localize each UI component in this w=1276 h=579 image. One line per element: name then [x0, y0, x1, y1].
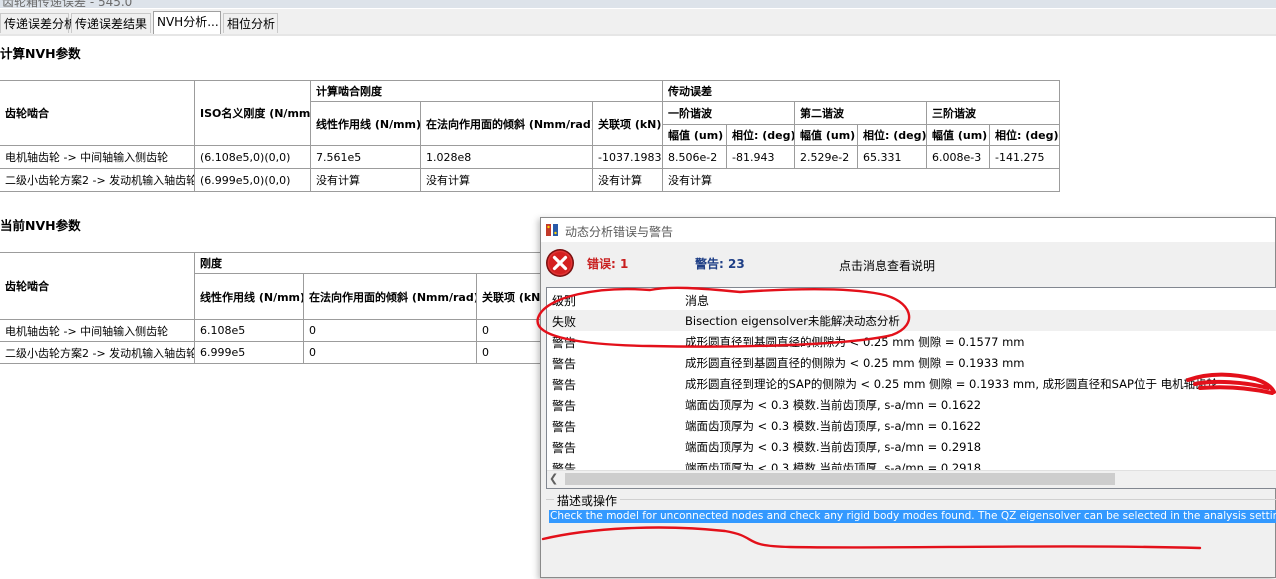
table-cell-coupling: 0	[476, 319, 544, 342]
col-header-amp-2: 幅值 (um)	[794, 124, 858, 146]
col-header-iso-stiffness: ISO名义刚度 (N/mm)	[194, 80, 311, 146]
table-cell-mesh: 二级小齿轮方案2 -> 发动机输入轴齿轮	[0, 341, 195, 364]
scrollbar-thumb[interactable]	[565, 473, 1115, 485]
col-header-level[interactable]: 级别	[552, 292, 576, 309]
description-label: 描述或操作	[554, 492, 621, 509]
table-cell-phase-3: -141.275	[989, 145, 1060, 169]
tab-te-results[interactable]: 传递误差结果	[71, 13, 151, 33]
current-nvh-section-title: 当前NVH参数	[0, 218, 81, 233]
col-header-coupling: 关联项 (kN)	[476, 273, 544, 320]
table-cell-iso: (6.999e5,0)(0,0)	[194, 168, 311, 192]
message-text: 成形圆直径到基圆直径的侧隙为 < 0.25 mm 侧隙 = 0.1577 mm	[685, 335, 1025, 349]
error-icon	[546, 249, 574, 277]
table-cell-coupling: 0	[476, 341, 544, 364]
list-item[interactable]: 警告 端面齿顶厚为 < 0.3 模数.当前齿顶厚, s-a/mn = 0.162…	[547, 394, 1276, 415]
tab-bar: 传递误差分析 传递误差结果 NVH分析... 相位分析	[0, 9, 1276, 36]
message-text: 成形圆直径到基圆直径的侧隙为 < 0.25 mm 侧隙 = 0.1933 mm	[685, 356, 1025, 370]
table-cell-tilt: 1.028e8	[420, 145, 593, 169]
col-header-amp-3: 幅值 (um)	[926, 124, 990, 146]
tab-content-border	[0, 34, 1276, 36]
description-group: 描述或操作 Check the model for unconnected no…	[546, 492, 1276, 579]
message-text: 成形圆直径到理论的SAP的侧隙为 < 0.25 mm 侧隙 = 0.1933 m…	[685, 377, 1219, 391]
table-cell-linear: 7.561e5	[310, 145, 421, 169]
col-header-stiffness: 刚度	[194, 252, 544, 274]
message-level: 失败	[552, 315, 577, 329]
table-cell-mesh: 二级小齿轮方案2 -> 发动机输入轴齿轮	[0, 168, 195, 192]
dialog-title-bar[interactable]: 动态分析错误与警告	[541, 218, 1275, 242]
list-item[interactable]: 警告 成形圆直径到基圆直径的侧隙为 < 0.25 mm 侧隙 = 0.1577 …	[547, 331, 1276, 352]
table-cell-tilt: 0	[303, 341, 477, 364]
col-header-phase-1: 相位: (deg)	[726, 124, 795, 146]
tab-phase-analysis[interactable]: 相位分析	[223, 13, 278, 33]
col-header-gear-mesh: 齿轮啮合	[0, 252, 195, 320]
table-cell-mesh: 电机轴齿轮 -> 中间轴输入侧齿轮	[0, 145, 195, 169]
message-level: 警告	[552, 441, 577, 455]
col-header-tilt: 在法向作用面的倾斜 (Nmm/rad)	[420, 101, 593, 146]
message-level: 警告	[552, 399, 577, 413]
col-header-message[interactable]: 消息	[685, 292, 709, 309]
dynamic-analysis-errors-dialog[interactable]: 动态分析错误与警告 错误: 1 警告: 23 点击消息查看说明 级别 消息 失败…	[540, 217, 1276, 578]
col-header-harmonic-2: 第二谐波	[794, 101, 927, 125]
table-cell-coupling: -1037.1983	[592, 145, 663, 169]
message-text: 端面齿顶厚为 < 0.3 模数.当前齿顶厚, s-a/mn = 0.2918	[685, 440, 982, 454]
col-header-linear-action: 线性作用线 (N/mm)	[194, 273, 304, 320]
error-count[interactable]: 错误: 1	[587, 255, 628, 272]
message-level: 警告	[552, 336, 577, 350]
col-header-calc-mesh-stiffness: 计算啮合刚度	[310, 80, 663, 102]
message-text: Bisection eigensolver未能解决动态分析	[685, 314, 900, 328]
table-cell-coupling: 没有计算	[592, 168, 663, 192]
list-item[interactable]: 警告 端面齿顶厚为 < 0.3 模数.当前齿顶厚, s-a/mn = 0.162…	[547, 415, 1276, 436]
window-title-bar: 齿轮箱传递误差 - 545.0	[0, 0, 1276, 8]
message-list-header: 级别 消息	[547, 288, 1276, 310]
col-header-coupling: 关联项 (kN)	[592, 101, 663, 146]
table-cell-amp-2: 2.529e-2	[794, 145, 858, 169]
message-list[interactable]: 级别 消息 失败 Bisection eigensolver未能解决动态分析 警…	[546, 287, 1276, 489]
description-text[interactable]: Check the model for unconnected nodes an…	[549, 510, 1276, 523]
table-cell-phase-2: 65.331	[857, 145, 927, 169]
table-cell-mesh: 电机轴齿轮 -> 中间轴输入侧齿轮	[0, 319, 195, 342]
table-cell-tilt: 0	[303, 319, 477, 342]
tab-nvh-analysis[interactable]: NVH分析...	[153, 11, 221, 35]
table-cell-amp-1: 8.506e-2	[662, 145, 727, 169]
warning-count[interactable]: 警告: 23	[695, 255, 745, 272]
col-header-harmonic-3: 三阶谐波	[926, 101, 1060, 125]
list-item[interactable]: 警告 成形圆直径到理论的SAP的侧隙为 < 0.25 mm 侧隙 = 0.193…	[547, 373, 1276, 394]
col-header-phase-2: 相位: (deg)	[857, 124, 927, 146]
dialog-title: 动态分析错误与警告	[565, 225, 674, 239]
message-level: 警告	[552, 357, 577, 371]
col-header-amp-1: 幅值 (um)	[662, 124, 727, 146]
table-cell-linear: 6.999e5	[194, 341, 304, 364]
message-level: 警告	[552, 378, 577, 392]
app-icon	[546, 224, 558, 236]
message-level: 警告	[552, 420, 577, 434]
table-cell-iso: (6.108e5,0)(0,0)	[194, 145, 311, 169]
col-header-tilt: 在法向作用面的倾斜 (Nmm/rad)	[303, 273, 477, 320]
window-title: 齿轮箱传递误差 - 545.0	[2, 0, 133, 8]
col-header-gear-mesh: 齿轮啮合	[0, 80, 195, 146]
list-item[interactable]: 失败 Bisection eigensolver未能解决动态分析	[547, 310, 1276, 331]
table-cell-linear: 没有计算	[310, 168, 421, 192]
col-header-phase-3: 相位: (deg)	[989, 124, 1060, 146]
col-header-linear-action: 线性作用线 (N/mm)	[310, 101, 421, 146]
col-header-harmonic-1: 一阶谐波	[662, 101, 795, 125]
col-header-transmission-error: 传动误差	[662, 80, 1060, 102]
hint-text: 点击消息查看说明	[839, 259, 936, 273]
message-text: 端面齿顶厚为 < 0.3 模数.当前齿顶厚, s-a/mn = 0.1622	[685, 398, 982, 412]
table-cell-linear: 6.108e5	[194, 319, 304, 342]
table-cell-tilt: 没有计算	[420, 168, 593, 192]
table-cell-transmission-error: 没有计算	[662, 168, 1060, 192]
list-item[interactable]: 警告 端面齿顶厚为 < 0.3 模数.当前齿顶厚, s-a/mn = 0.291…	[547, 436, 1276, 457]
tab-te-analysis[interactable]: 传递误差分析	[0, 13, 76, 33]
message-text: 端面齿顶厚为 < 0.3 模数.当前齿顶厚, s-a/mn = 0.1622	[685, 419, 982, 433]
calc-nvh-section-title: 计算NVH参数	[0, 46, 81, 61]
table-cell-phase-1: -81.943	[726, 145, 795, 169]
horizontal-scrollbar[interactable]: ❮	[547, 470, 1276, 488]
table-cell-amp-3: 6.008e-3	[926, 145, 990, 169]
scroll-left-icon[interactable]: ❮	[549, 472, 558, 485]
list-item[interactable]: 警告 成形圆直径到基圆直径的侧隙为 < 0.25 mm 侧隙 = 0.1933 …	[547, 352, 1276, 373]
